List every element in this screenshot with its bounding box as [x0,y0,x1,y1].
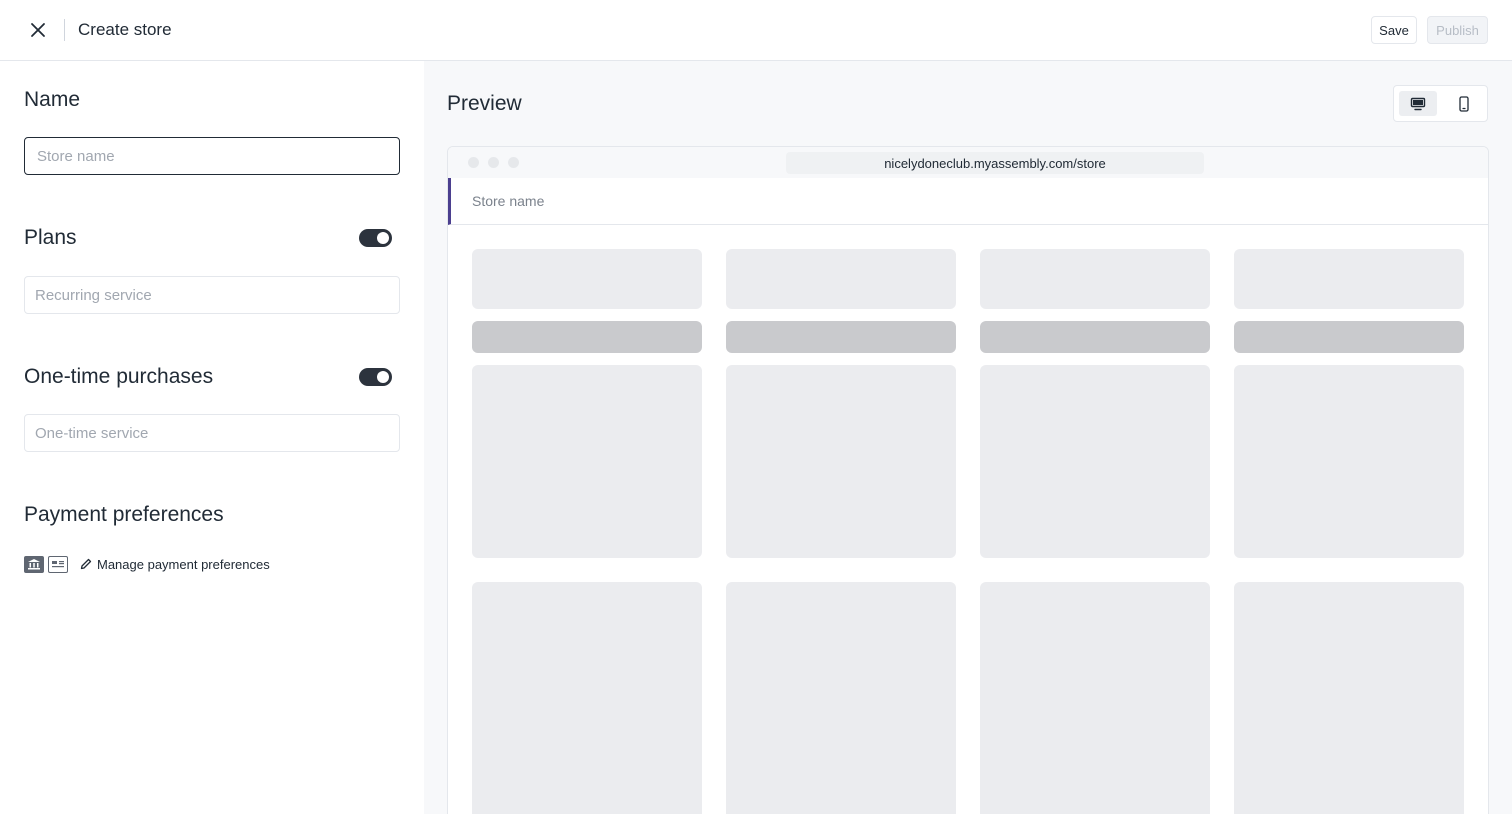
one-time-section-title: One-time purchases [24,365,214,388]
skeleton-bar [1234,321,1464,353]
skeleton-block [726,249,956,309]
card-icon [48,555,68,573]
plans-toggle[interactable] [359,229,392,247]
skeleton-bar [980,321,1210,353]
url-bar: nicelydoneclub.myassembly.com/store [786,152,1204,174]
skeleton-card [1234,365,1464,558]
payment-section-title: Payment preferences [24,503,224,526]
skeleton-bar [472,321,702,353]
skeleton-bar [726,321,956,353]
page-title: Create store [78,20,172,39]
publish-button[interactable]: Publish [1427,16,1488,44]
manage-payment-preferences-label: Manage payment preferences [97,556,270,572]
desktop-view-button[interactable] [1399,91,1437,116]
plans-toggle-knob [377,232,389,244]
skeleton-card [980,365,1210,558]
skeleton-block [472,249,702,309]
skeleton-card [1234,582,1464,814]
top-header: Create store Save Publish [0,0,1512,61]
plans-section-title: Plans [24,226,77,249]
skeleton-card [980,582,1210,814]
mobile-icon [1459,95,1469,112]
window-dot [468,157,479,168]
bank-icon [24,555,44,573]
preview-panel: Preview nicelydoneclub.myassembly.com/st… [424,61,1512,814]
skeleton-card [726,365,956,558]
preview-store-name: Store name [472,193,545,209]
preview-title: Preview [447,92,522,115]
skeleton-block [980,249,1210,309]
device-toggle [1393,85,1488,122]
one-time-toggle-knob [377,371,389,383]
pencil-icon [80,558,92,570]
recurring-service-input[interactable]: Recurring service [24,276,400,314]
one-time-toggle[interactable] [359,368,392,386]
store-name-input[interactable]: Store name [24,137,400,175]
skeleton-card [726,582,956,814]
desktop-icon [1410,97,1426,110]
window-dot [508,157,519,168]
mobile-view-button[interactable] [1445,91,1483,116]
window-dot [488,157,499,168]
close-icon [31,23,45,37]
browser-bar: nicelydoneclub.myassembly.com/store [448,147,1488,178]
manage-payment-preferences-link[interactable]: Manage payment preferences [80,557,270,572]
payment-methods-row: Manage payment preferences [24,555,270,573]
skeleton-card [472,582,702,814]
save-button[interactable]: Save [1371,16,1417,44]
header-divider [64,19,65,41]
close-button[interactable] [26,18,50,42]
store-settings-panel: Name Store name Plans Recurring service … [0,61,424,814]
skeleton-block [1234,249,1464,309]
one-time-service-input[interactable]: One-time service [24,414,400,452]
skeleton-card [472,365,702,558]
browser-preview-frame: nicelydoneclub.myassembly.com/store Stor… [447,146,1489,814]
name-section-title: Name [24,88,81,111]
store-header: Store name [448,178,1488,225]
